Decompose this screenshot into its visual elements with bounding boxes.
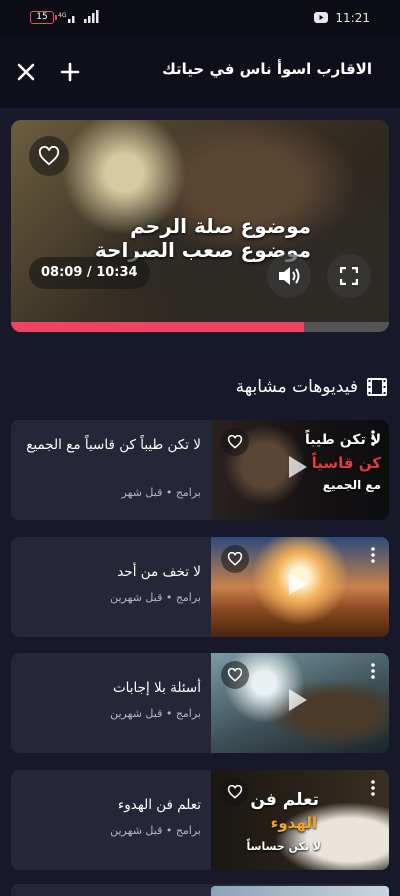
related-video-card[interactable]	[11, 884, 389, 896]
more-options-icon[interactable]	[371, 663, 375, 679]
video-title: أسئلة بلا إجابات	[112, 680, 201, 696]
signal-icon: 4G	[58, 10, 99, 23]
progress-bar[interactable]	[11, 322, 389, 332]
heart-icon	[38, 146, 60, 166]
close-icon[interactable]	[14, 60, 38, 84]
related-video-card[interactable]: تعلم فن الهدوء لا تكن حساساً تعلم فن اله…	[11, 770, 389, 870]
video-category: برامج	[175, 707, 201, 720]
fullscreen-icon	[340, 267, 358, 285]
duration: 10:34	[96, 265, 138, 280]
video-category: برامج	[175, 486, 201, 499]
favorite-button[interactable]	[221, 428, 249, 456]
video-age: قبل شهر	[121, 486, 163, 499]
thumbnail-text: الهدوء	[270, 814, 317, 832]
video-title: لا تكن طيباً كن قاسياً مع الجميع	[26, 437, 201, 453]
related-video-card[interactable]: لا تخف من أحد برامج • قبل شهرين	[11, 537, 389, 637]
heart-icon	[227, 435, 243, 449]
app-bar: الاقارب اسوأ ناس في حياتك	[0, 36, 400, 108]
video-thumbnail	[211, 886, 389, 896]
film-icon	[367, 378, 387, 396]
thumbnail-text: كن قاسياً	[311, 454, 381, 472]
volume-icon	[279, 267, 300, 285]
clock: 11:21	[335, 11, 370, 25]
favorite-button[interactable]	[221, 661, 249, 689]
thumbnail-text: لا تكن طيباً	[304, 432, 381, 448]
heart-icon	[227, 668, 243, 682]
video-category: برامج	[175, 591, 201, 604]
video-thumbnail: تعلم فن الهدوء لا تكن حساساً	[211, 770, 389, 870]
play-icon	[289, 689, 307, 711]
video-meta: برامج • قبل شهرين	[110, 591, 201, 604]
battery-icon: 15	[30, 11, 57, 24]
video-title: لا تخف من أحد	[117, 564, 201, 580]
video-title: تعلم فن الهدوء	[117, 797, 201, 813]
video-age: قبل شهرين	[110, 707, 163, 720]
video-title: الاقارب اسوأ ناس في حياتك	[162, 60, 372, 78]
video-thumbnail	[211, 653, 389, 753]
video-age: قبل شهرين	[110, 824, 163, 837]
fullscreen-button[interactable]	[327, 254, 371, 298]
video-info: تعلم فن الهدوء برامج • قبل شهرين	[21, 770, 201, 870]
video-age: قبل شهرين	[110, 591, 163, 604]
video-info: لا تخف من أحد برامج • قبل شهرين	[21, 537, 201, 637]
time-display: 08:09 / 10:34	[29, 257, 150, 289]
video-meta: برامج • قبل شهرين	[110, 707, 201, 720]
time-separator: /	[82, 265, 97, 280]
svg-text:4G: 4G	[58, 12, 67, 19]
video-category: برامج	[175, 824, 201, 837]
related-video-card[interactable]: لا تكن طيباً كن قاسياً مع الجميع لا تكن …	[11, 420, 389, 520]
favorite-button[interactable]	[29, 136, 69, 176]
video-subtitle: موضوع صلة الرحم موضوع صعب الصراحة	[94, 214, 311, 262]
current-time: 08:09	[41, 265, 83, 280]
thumbnail-text: مع الجميع	[322, 478, 381, 492]
video-thumbnail	[211, 537, 389, 637]
related-heading: فيديوهات مشابهة	[235, 377, 358, 397]
video-meta: برامج • قبل شهر	[121, 486, 201, 499]
heart-icon	[227, 785, 243, 799]
thumbnail-text: لا تكن حساساً	[246, 840, 321, 853]
add-icon[interactable]	[58, 60, 82, 84]
video-info: لا تكن طيباً كن قاسياً مع الجميع برامج •…	[21, 420, 201, 520]
status-bar: 15 4G 11:21	[0, 0, 400, 36]
more-options-icon[interactable]	[371, 430, 375, 446]
video-thumbnail: لا تكن طيباً كن قاسياً مع الجميع	[211, 420, 389, 520]
favorite-button[interactable]	[221, 545, 249, 573]
play-icon	[289, 573, 307, 595]
video-player[interactable]: موضوع صلة الرحم موضوع صعب الصراحة 08:09 …	[11, 120, 389, 332]
more-options-icon[interactable]	[371, 547, 375, 563]
thumbnail-text: تعلم فن	[250, 790, 319, 810]
progress-fill	[11, 322, 304, 332]
video-info: أسئلة بلا إجابات برامج • قبل شهرين	[21, 653, 201, 753]
related-section-header: فيديوهات مشابهة	[236, 372, 388, 402]
more-options-icon[interactable]	[371, 780, 375, 796]
volume-button[interactable]	[267, 254, 311, 298]
heart-icon	[227, 552, 243, 566]
battery-level: 15	[36, 12, 48, 22]
video-meta: برامج • قبل شهرين	[110, 824, 201, 837]
youtube-icon	[314, 12, 328, 23]
play-icon	[289, 456, 307, 478]
related-video-card[interactable]: أسئلة بلا إجابات برامج • قبل شهرين	[11, 653, 389, 753]
favorite-button[interactable]	[221, 778, 249, 806]
